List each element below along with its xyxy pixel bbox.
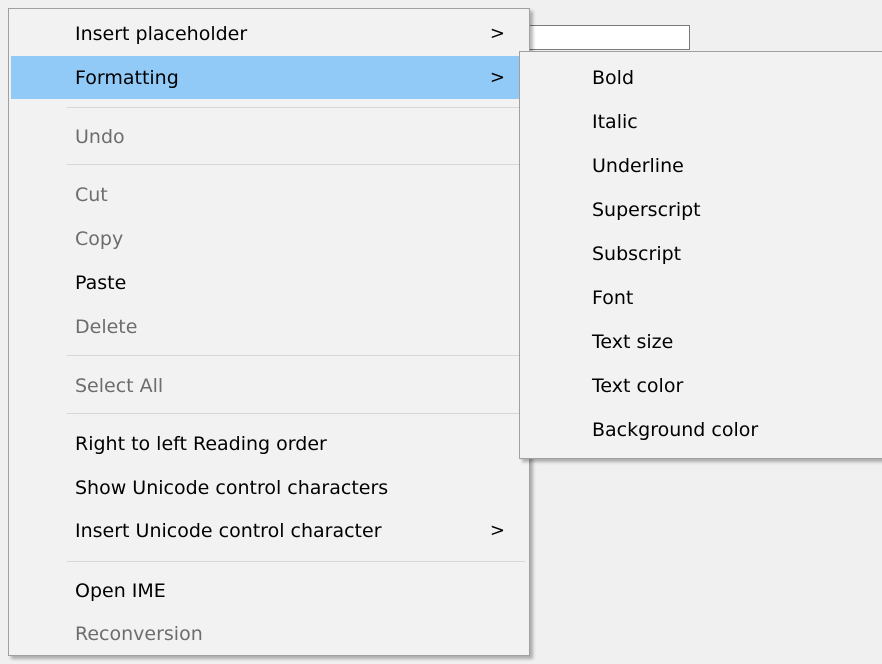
menu-separator bbox=[67, 107, 525, 108]
menu-item-copy[interactable]: Copy bbox=[11, 217, 527, 260]
submenu-item-label: Text size bbox=[592, 330, 674, 353]
submenu-item-label: Subscript bbox=[592, 242, 682, 265]
submenu-item-label: Bold bbox=[592, 66, 634, 89]
submenu-item-underline[interactable]: Underline bbox=[522, 144, 880, 187]
submenu-item-subscript[interactable]: Subscript bbox=[522, 232, 880, 275]
menu-item-label: Delete bbox=[75, 315, 138, 338]
submenu-item-label: Font bbox=[592, 286, 634, 309]
menu-item-formatting[interactable]: Formatting > bbox=[11, 56, 527, 99]
chevron-right-icon: > bbox=[489, 520, 505, 541]
submenu-item-font[interactable]: Font bbox=[522, 276, 880, 319]
menu-item-label: Right to left Reading order bbox=[75, 432, 327, 455]
menu-item-delete[interactable]: Delete bbox=[11, 305, 527, 348]
chevron-right-icon: > bbox=[489, 67, 505, 88]
menu-item-label: Copy bbox=[75, 227, 124, 250]
submenu-item-label: Background color bbox=[592, 418, 759, 441]
submenu-item-label: Text color bbox=[592, 374, 684, 397]
menu-separator bbox=[67, 355, 525, 356]
submenu-item-label: Underline bbox=[592, 154, 684, 177]
menu-item-select-all[interactable]: Select All bbox=[11, 364, 527, 407]
chevron-right-icon: > bbox=[489, 23, 505, 44]
menu-item-reconversion[interactable]: Reconversion bbox=[11, 612, 527, 655]
menu-separator bbox=[67, 413, 525, 414]
submenu-item-text-color[interactable]: Text color bbox=[522, 364, 880, 407]
menu-item-cut[interactable]: Cut bbox=[11, 173, 527, 216]
desktop-area: Insert placeholder > Formatting > Undo C… bbox=[0, 0, 882, 664]
submenu-item-text-size[interactable]: Text size bbox=[522, 320, 880, 363]
menu-item-label: Select All bbox=[75, 374, 164, 397]
menu-item-insert-unicode-control[interactable]: Insert Unicode control character > bbox=[11, 509, 527, 552]
menu-item-label: Insert placeholder bbox=[75, 22, 248, 45]
submenu-item-label: Italic bbox=[592, 110, 638, 133]
menu-item-rtl-reading-order[interactable]: Right to left Reading order bbox=[11, 422, 527, 465]
menu-item-label: Open IME bbox=[75, 579, 166, 602]
text-input-field[interactable] bbox=[520, 25, 690, 50]
menu-item-undo[interactable]: Undo bbox=[11, 115, 527, 158]
menu-item-label: Show Unicode control characters bbox=[75, 476, 389, 499]
menu-separator bbox=[67, 561, 525, 562]
menu-item-show-unicode-control[interactable]: Show Unicode control characters bbox=[11, 466, 527, 509]
menu-item-label: Reconversion bbox=[75, 622, 203, 645]
menu-item-label: Formatting bbox=[75, 66, 179, 89]
menu-item-label: Cut bbox=[75, 183, 108, 206]
submenu-item-label: Superscript bbox=[592, 198, 701, 221]
context-menu: Insert placeholder > Formatting > Undo C… bbox=[8, 8, 530, 656]
submenu-item-background-color[interactable]: Background color bbox=[522, 408, 880, 451]
menu-item-label: Paste bbox=[75, 271, 127, 294]
menu-separator bbox=[67, 164, 525, 165]
menu-item-paste[interactable]: Paste bbox=[11, 261, 527, 304]
formatting-submenu: Bold Italic Underline Superscript Subscr… bbox=[519, 51, 882, 459]
submenu-item-superscript[interactable]: Superscript bbox=[522, 188, 880, 231]
submenu-item-italic[interactable]: Italic bbox=[522, 100, 880, 143]
menu-item-open-ime[interactable]: Open IME bbox=[11, 569, 527, 612]
menu-item-label: Insert Unicode control character bbox=[75, 519, 382, 542]
menu-item-label: Undo bbox=[75, 125, 125, 148]
menu-item-insert-placeholder[interactable]: Insert placeholder > bbox=[11, 12, 527, 55]
submenu-item-bold[interactable]: Bold bbox=[522, 56, 880, 99]
